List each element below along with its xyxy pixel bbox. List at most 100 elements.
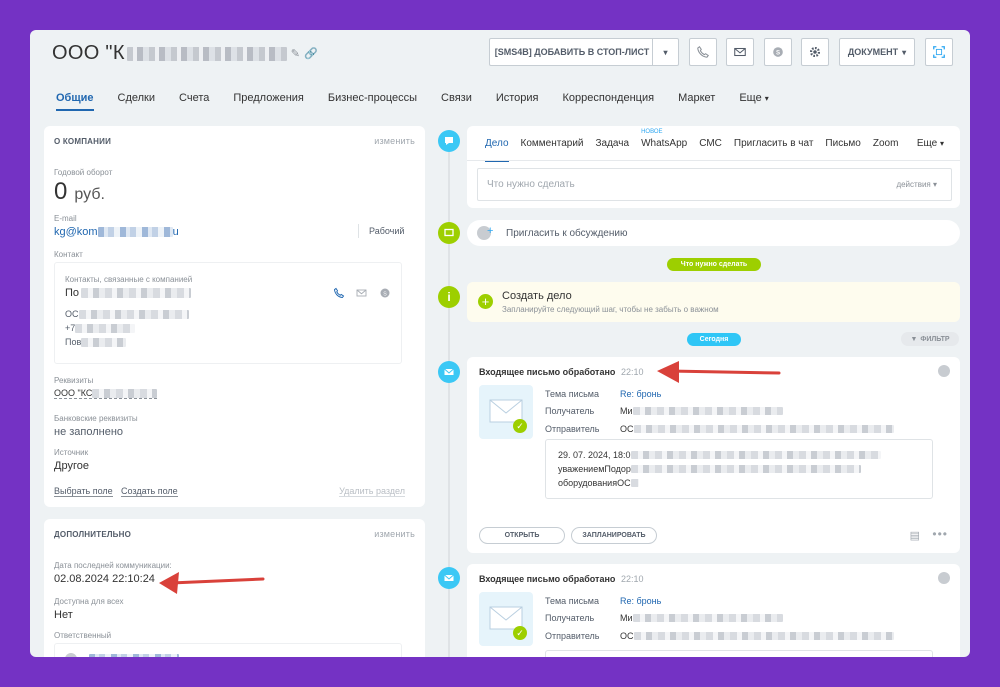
tab-business-processes[interactable]: Бизнес-процессы [316,92,429,111]
responsible-box[interactable] [54,643,402,657]
tab-history[interactable]: История [484,92,551,111]
envelope-icon: ✓ [479,385,533,439]
redacted-phone [75,323,136,333]
editor-tab-whatsapp[interactable]: НОВОЕ WhatsApp [641,129,687,149]
comment-icon [444,228,454,237]
document-button[interactable]: ДОКУМЕНТ ▾ [839,38,915,66]
email-button[interactable] [726,38,754,66]
checkmark-icon: ✓ [513,626,527,640]
settings-button[interactable] [801,38,829,66]
contact-line4-text: Пов [65,337,82,347]
editor-tab-mail[interactable]: Письмо [825,138,860,149]
main-tabs: Общие Сделки Счета Предложения Бизнес-пр… [56,92,781,111]
redacted-quote [630,465,861,473]
recipient-text: Ми [620,613,633,623]
more-icon[interactable]: ••• [932,527,948,541]
pencil-icon[interactable]: ✎ [291,47,301,60]
tab-more-label: Еще [739,92,762,104]
mail-quote[interactable] [545,650,933,657]
tab-market[interactable]: Маркет [666,92,727,111]
editor-tab-more[interactable]: Еще ▾ [917,138,944,149]
call-button[interactable] [689,38,717,66]
mail-1-time: 22:10 [621,367,644,377]
recipient-text: Ми [620,406,633,416]
bank-value: не заполнено [54,426,124,438]
redacted-recipient [632,614,783,622]
timeline-dot-invite [438,222,460,244]
contact-name[interactable]: По [65,287,192,299]
source-value: Другое [54,460,89,472]
mail-icon [444,574,454,581]
note-icon[interactable]: ▤ [910,529,920,542]
quote-line-1-text: 29. 07. 2024, 18:0 [558,450,631,460]
edit-additional-link[interactable]: изменить [374,529,415,539]
turnover-value: 0 руб. [54,178,105,206]
email-value[interactable]: kg@kom u [54,226,179,238]
sender-value: ОС [620,631,894,641]
tab-general[interactable]: Общие [56,92,106,111]
document-button-label: ДОКУМЕНТ [847,47,899,57]
bank-label: Банковские реквизиты [54,414,138,423]
tab-more[interactable]: Еще ▾ [727,92,780,111]
invite-bar[interactable]: + Пригласить к обсуждению [467,220,960,246]
editor-tab-comment[interactable]: Комментарий [521,138,584,149]
mail-quote[interactable]: 29. 07. 2024, 18:0 уважениемПодор оборуд… [545,439,933,499]
edit-about-link[interactable]: изменить [374,136,415,146]
timeline-dot-mail-2 [438,567,460,589]
phone-icon[interactable] [333,287,345,299]
chevron-down-icon: ▾ [764,94,769,103]
add-task-icon[interactable]: + [478,294,493,309]
gear-icon [809,46,821,58]
open-button[interactable]: ОТКРЫТЬ [479,527,565,544]
recipient-value: Ми [620,613,783,623]
requisites-value[interactable]: ООО "КС [54,388,158,399]
skype-button[interactable]: S [764,38,792,66]
subject-value[interactable]: Re: бронь [620,596,661,606]
chevron-down-icon: ▾ [902,47,907,57]
email-end: u [172,226,179,238]
editor-tab-sms[interactable]: СМС [699,138,722,149]
actions-dropdown[interactable]: действия ▾ [896,180,937,189]
link-icon[interactable]: 🔗 [304,47,318,60]
redacted-position [81,337,127,347]
about-company-card: О КОМПАНИИ изменить Годовой оборот 0 руб… [44,126,425,507]
plan-button[interactable]: ЗАПЛАНИРОВАТЬ [571,527,657,544]
subject-value[interactable]: Re: бронь [620,389,661,399]
stoplist-button[interactable]: [SMS4B] ДОБАВИТЬ В СТОП-ЛИСТ ▾ [489,38,679,66]
create-field-link[interactable]: Создать поле [121,486,178,497]
create-task-panel[interactable]: + Создать дело Запланируйте следующий ша… [467,282,960,322]
tab-deals[interactable]: Сделки [106,92,168,111]
editor-tab-todo[interactable]: Задача [596,138,630,149]
mail-icon [444,368,454,375]
source-label: Источник [54,448,89,457]
redacted-contact [81,288,192,298]
scan-button[interactable] [925,38,953,66]
chevron-down-icon[interactable]: ▾ [652,39,678,65]
editor-tab-invite-chat[interactable]: Пригласить в чат [734,138,814,149]
mail-icon [734,47,746,57]
info-icon: i [447,290,451,304]
scan-icon [933,46,945,58]
tab-relations[interactable]: Связи [429,92,484,111]
contact-line2: ОС [65,309,189,319]
redacted-quote [630,451,881,459]
requisites-text: ООО "КС [54,388,93,398]
skype-icon: S [773,47,783,57]
delete-section-link[interactable]: Удалить раздел [339,486,405,497]
mail-icon[interactable] [355,287,368,299]
sender-label: Отправитель [545,424,600,434]
avatar [65,653,77,657]
editor-tab-task[interactable]: Дело [485,138,509,162]
todo-input[interactable]: Что нужно сделать действия ▾ [477,168,952,201]
tab-invoices[interactable]: Счета [167,92,221,111]
filter-button[interactable]: ▼ ФИЛЬТР [901,332,959,346]
choose-field-link[interactable]: Выбрать поле [54,486,113,497]
avatar [938,365,950,377]
tab-quotes[interactable]: Предложения [221,92,316,111]
editor-tab-zoom[interactable]: Zoom [873,138,899,149]
skype-icon[interactable]: S [379,287,391,299]
tab-correspondence[interactable]: Корреспонденция [551,92,667,111]
mail-2-title: Входящее письмо обработано [479,574,616,584]
mail-2-time: 22:10 [621,574,644,584]
recipient-label: Получатель [545,613,595,623]
